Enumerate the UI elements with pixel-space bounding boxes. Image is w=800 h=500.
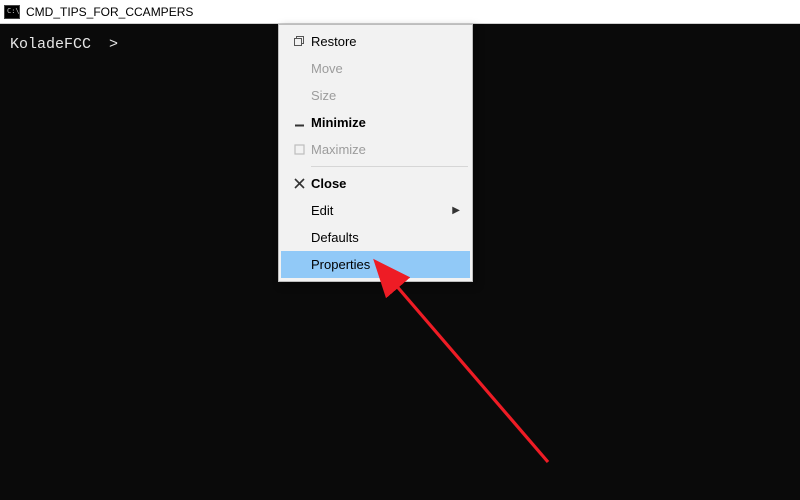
menu-item-restore[interactable]: Restore	[281, 28, 470, 55]
menu-item-size: Size	[281, 82, 470, 109]
cmd-icon: C:\	[4, 5, 20, 19]
menu-item-close[interactable]: Close	[281, 170, 470, 197]
menu-label: Close	[311, 176, 460, 191]
menu-item-maximize: Maximize	[281, 136, 470, 163]
menu-label: Minimize	[311, 115, 460, 130]
maximize-icon	[287, 144, 311, 155]
menu-item-defaults[interactable]: Defaults	[281, 224, 470, 251]
restore-icon	[287, 36, 311, 47]
window-title: CMD_TIPS_FOR_CCAMPERS	[26, 5, 193, 19]
system-context-menu: Restore Move Size Minimize Maximize Clos…	[278, 24, 473, 282]
menu-item-minimize[interactable]: Minimize	[281, 109, 470, 136]
menu-label: Maximize	[311, 142, 460, 157]
menu-item-edit[interactable]: Edit ▶	[281, 197, 470, 224]
window-titlebar[interactable]: C:\ CMD_TIPS_FOR_CCAMPERS	[0, 0, 800, 24]
menu-item-move: Move	[281, 55, 470, 82]
menu-item-properties[interactable]: Properties	[281, 251, 470, 278]
menu-label: Properties	[311, 257, 460, 272]
submenu-arrow-icon: ▶	[452, 205, 460, 216]
menu-separator	[311, 166, 468, 167]
menu-label: Size	[311, 88, 460, 103]
close-icon	[287, 178, 311, 189]
minimize-icon	[287, 117, 311, 128]
menu-label: Move	[311, 61, 460, 76]
menu-label: Restore	[311, 34, 460, 49]
menu-label: Edit	[311, 203, 452, 218]
menu-label: Defaults	[311, 230, 460, 245]
